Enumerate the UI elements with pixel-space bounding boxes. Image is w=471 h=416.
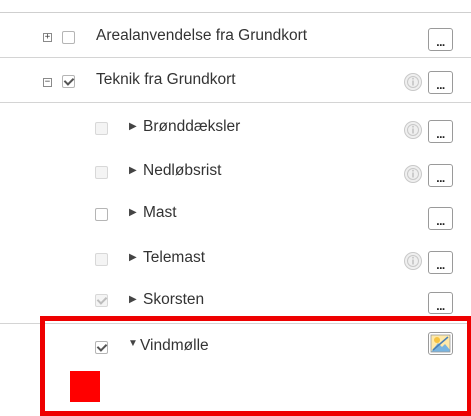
- layer-row-telemast: ▶ Telemast ...: [0, 236, 471, 280]
- top-divider: [0, 12, 471, 13]
- info-icon[interactable]: [404, 165, 422, 183]
- info-icon[interactable]: [404, 73, 422, 91]
- collapse-toggle[interactable]: −: [43, 78, 52, 87]
- info-icon[interactable]: [404, 252, 422, 270]
- layer-row-arealanvendelse: + Arealanvendelse fra Grundkort ...: [0, 14, 471, 58]
- layer-row-bronddaeksler: ▶ Brønddæksler ...: [0, 104, 471, 148]
- layer-menu-button[interactable]: ...: [428, 164, 453, 187]
- layer-menu-button[interactable]: ...: [428, 292, 453, 314]
- layer-checkbox[interactable]: [95, 294, 108, 307]
- info-icon[interactable]: [404, 121, 422, 139]
- layer-menu-button[interactable]: ...: [428, 120, 453, 143]
- layer-row-teknik: − Teknik fra Grundkort ...: [0, 59, 471, 103]
- layer-menu-button[interactable]: ...: [428, 207, 453, 230]
- layer-menu-button[interactable]: ...: [428, 71, 453, 94]
- layer-label: Teknik fra Grundkort: [96, 71, 236, 88]
- layer-label: Arealanvendelse fra Grundkort: [96, 27, 308, 44]
- layer-label: Telemast: [143, 249, 206, 266]
- layer-checkbox[interactable]: [95, 166, 108, 179]
- layer-checkbox[interactable]: [62, 75, 75, 88]
- layer-row-nedlobsrist: ▶ Nedløbsrist ...: [0, 148, 471, 192]
- expand-toggle[interactable]: +: [43, 33, 52, 42]
- expand-caret-icon[interactable]: ▶: [129, 253, 137, 263]
- layer-menu-button[interactable]: ...: [428, 251, 453, 274]
- expand-caret-icon[interactable]: ▶: [129, 295, 137, 305]
- layer-checkbox[interactable]: [62, 31, 75, 44]
- layer-label: Nedløbsrist: [143, 162, 222, 179]
- layer-menu-button[interactable]: ...: [428, 28, 453, 51]
- layer-checkbox[interactable]: [95, 208, 108, 221]
- legend-color-swatch: [70, 371, 100, 402]
- layer-label: Mast: [143, 204, 177, 221]
- expand-caret-icon[interactable]: ▶: [129, 208, 137, 218]
- expand-caret-icon[interactable]: ▶: [129, 166, 137, 176]
- layer-label: Skorsten: [143, 291, 205, 308]
- expand-caret-icon[interactable]: ▶: [129, 122, 137, 132]
- layer-label: Brønddæksler: [143, 118, 241, 135]
- highlight-annotation-box: [40, 316, 471, 416]
- layer-checkbox[interactable]: [95, 122, 108, 135]
- layer-checkbox[interactable]: [95, 253, 108, 266]
- layer-row-mast: ▶ Mast ...: [0, 192, 471, 236]
